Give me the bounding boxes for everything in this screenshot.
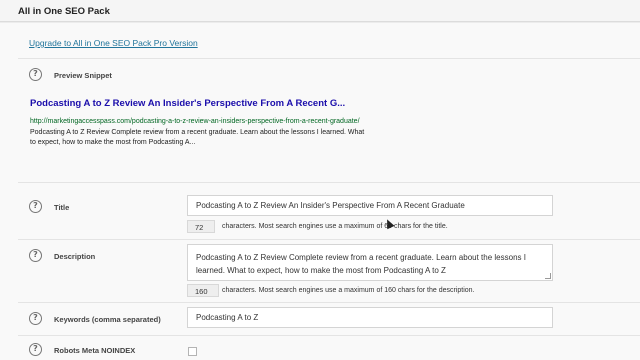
divider <box>18 58 640 59</box>
title-input[interactable]: Podcasting A to Z Review An Insider's Pe… <box>187 195 553 216</box>
title-count-hint: characters. Most search engines use a ma… <box>222 223 448 230</box>
description-text: Podcasting A to Z Review Complete review… <box>196 253 526 275</box>
description-label: Description <box>54 252 96 261</box>
divider <box>18 182 640 183</box>
help-icon[interactable]: ? <box>29 343 42 356</box>
keywords-label: Keywords (comma separated) <box>54 315 161 324</box>
snippet-url: http://marketingaccesspass.com/podcastin… <box>30 118 360 125</box>
noindex-label: Robots Meta NOINDEX <box>54 346 136 355</box>
metabox-header[interactable]: All in One SEO Pack <box>0 0 640 22</box>
noindex-checkbox[interactable] <box>188 347 197 356</box>
preview-snippet-label: Preview Snippet <box>54 71 112 80</box>
title-char-count: 72 <box>187 220 215 233</box>
keywords-input[interactable]: Podcasting A to Z <box>187 307 553 328</box>
description-textarea[interactable]: Podcasting A to Z Review Complete review… <box>187 244 553 281</box>
snippet-description: Podcasting A to Z Review Complete review… <box>30 129 365 146</box>
preview-snippet: Podcasting A to Z Review An Insider's Pe… <box>30 98 370 148</box>
snippet-title: Podcasting A to Z Review An Insider's Pe… <box>30 98 346 109</box>
metabox-title: All in One SEO Pack <box>18 6 110 17</box>
help-icon[interactable]: ? <box>29 249 42 262</box>
aioseo-metabox: All in One SEO Pack Upgrade to All in On… <box>0 0 640 360</box>
upgrade-pro-link[interactable]: Upgrade to All in One SEO Pack Pro Versi… <box>29 38 198 48</box>
description-char-count: 160 <box>187 284 219 297</box>
help-icon[interactable]: ? <box>29 312 42 325</box>
help-icon[interactable]: ? <box>29 68 42 81</box>
divider <box>18 335 640 336</box>
divider <box>18 239 640 240</box>
title-label: Title <box>54 203 70 212</box>
divider <box>18 302 640 303</box>
help-icon[interactable]: ? <box>29 200 42 213</box>
resize-grip[interactable] <box>545 273 551 279</box>
description-count-hint: characters. Most search engines use a ma… <box>222 287 475 294</box>
